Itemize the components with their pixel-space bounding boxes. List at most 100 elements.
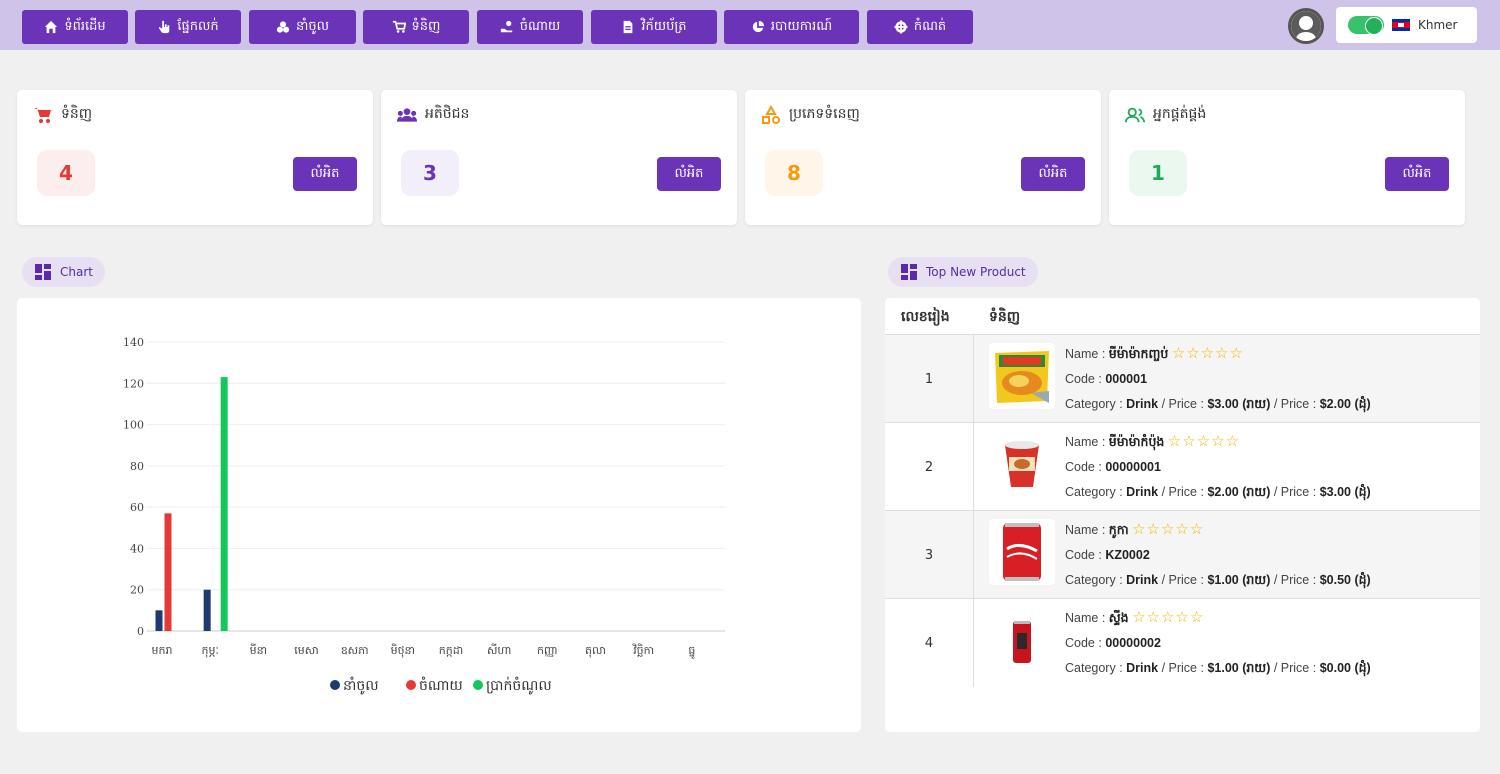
row-number: 3 bbox=[924, 547, 934, 563]
x-tick-label: សីហា bbox=[487, 643, 511, 657]
detail-button[interactable]: លំអិត bbox=[1021, 157, 1085, 191]
product-code: 00000002 bbox=[1105, 636, 1161, 650]
product-info: Name : ស្ទីង ☆☆☆☆☆ Code : 00000002 Categ… bbox=[1065, 609, 1371, 675]
y-tick-label: 40 bbox=[130, 542, 144, 555]
nav-settings-button[interactable]: កំណត់ bbox=[867, 10, 973, 44]
supplier-icon bbox=[1125, 107, 1145, 122]
rating-stars[interactable]: ☆☆☆☆☆ bbox=[1132, 521, 1204, 538]
product-image bbox=[989, 431, 1055, 497]
section-title: Top New Product bbox=[926, 265, 1026, 279]
product-image bbox=[989, 343, 1055, 409]
cubes-icon bbox=[276, 21, 290, 33]
y-tick-label: 120 bbox=[123, 377, 144, 390]
nav-products-button[interactable]: ទំនិញ bbox=[363, 10, 469, 44]
detail-button[interactable]: លំអិត bbox=[657, 157, 721, 191]
nav-sales-button[interactable]: ផ្នែកលក់ bbox=[135, 10, 241, 44]
row-number: 1 bbox=[924, 371, 934, 387]
nav-label: វិក័យប័ត្រ bbox=[641, 18, 687, 34]
card-title-text: ប្រភេទទំនេញ bbox=[789, 106, 860, 122]
top-navbar: ទំព័រដើម ផ្នែកលក់ នាំចូល ទំនិញ ចំណាយ វិក… bbox=[0, 0, 1500, 50]
card-value: 3 bbox=[401, 150, 459, 196]
chart-panel: 0 20 40 60 80 100 120 140 មករា កុម្ភៈ មីនា មេសា ឧសភា… bbox=[17, 298, 861, 732]
product-info: Name : មីម៉ាម៉ាកំប៉ុង ☆☆☆☆☆ Code : 00000… bbox=[1065, 433, 1371, 499]
product-code: 000001 bbox=[1105, 372, 1148, 386]
stat-card-categories: ប្រភេទទំនេញ 8 លំអិត bbox=[745, 90, 1101, 225]
product-name: មីម៉ាម៉ាកញ្ចប់ bbox=[1108, 347, 1169, 361]
gear-icon bbox=[894, 20, 908, 34]
table-row[interactable]: 2 Name : មីម៉ាម៉ាកំប៉ុង ☆☆☆☆☆ Code : 000… bbox=[885, 423, 1480, 511]
y-tick-label: 20 bbox=[130, 584, 144, 597]
product-section-label: Top New Product bbox=[888, 257, 1038, 287]
x-tick-label: កុម្ភៈ bbox=[202, 644, 219, 658]
column-header-number: លេខរៀង bbox=[901, 309, 950, 325]
product-code: 00000001 bbox=[1105, 460, 1161, 474]
pie-chart-icon bbox=[752, 20, 764, 33]
top-product-table: លេខរៀង ទំនិញ 1 Name : មីម៉ាម៉ាកញ្ចប់ ☆☆☆… bbox=[885, 298, 1480, 732]
dashboard-icon bbox=[35, 264, 51, 280]
product-image bbox=[989, 607, 1055, 673]
user-icon bbox=[1291, 11, 1321, 41]
nav-label: នាំចូល bbox=[295, 18, 329, 34]
card-title-text: អ្នកផ្គត់ផ្គង់ bbox=[1153, 106, 1207, 122]
user-avatar[interactable] bbox=[1288, 8, 1324, 44]
card-title-text: ទំនិញ bbox=[61, 106, 93, 122]
legend-label: ចំណាយ bbox=[419, 676, 463, 694]
legend-label: នាំចូល bbox=[343, 676, 379, 695]
chart-bar bbox=[220, 377, 228, 631]
home-icon bbox=[45, 20, 58, 34]
chart-bar bbox=[164, 513, 172, 631]
card-title: អ្នកផ្គត់ផ្គង់ bbox=[1125, 104, 1206, 125]
product-price-wholesale: $0.50 (ដុំ) bbox=[1319, 573, 1371, 587]
nav-label: ទំព័រដើម bbox=[64, 18, 106, 34]
nav-label: ផ្នែកលក់ bbox=[177, 18, 219, 34]
nav-label: កំណត់ bbox=[913, 18, 947, 34]
product-category: Drink bbox=[1126, 661, 1159, 675]
detail-button[interactable]: លំអិត bbox=[293, 157, 357, 191]
table-row[interactable]: 4 Name : ស្ទីង ☆☆☆☆☆ Code : 00000002 Cat… bbox=[885, 599, 1480, 687]
language-switcher[interactable]: Khmer bbox=[1336, 7, 1477, 43]
stat-card-suppliers: អ្នកផ្គត់ផ្គង់ 1 លំអិត bbox=[1109, 90, 1465, 225]
product-category: Drink bbox=[1126, 573, 1159, 587]
product-code: KZ0002 bbox=[1105, 548, 1150, 562]
card-value: 4 bbox=[37, 150, 95, 196]
product-price-wholesale: $0.00 (ដុំ) bbox=[1319, 661, 1371, 675]
section-title: Chart bbox=[60, 265, 93, 279]
nav-import-button[interactable]: នាំចូល bbox=[249, 10, 356, 44]
cart-icon bbox=[392, 20, 406, 33]
product-price-wholesale: $3.00 (ដុំ) bbox=[1319, 485, 1371, 499]
product-image bbox=[989, 519, 1055, 585]
rating-stars[interactable]: ☆☆☆☆☆ bbox=[1132, 609, 1204, 626]
nav-home-button[interactable]: ទំព័រដើម bbox=[22, 10, 128, 44]
dashboard-icon bbox=[901, 264, 917, 280]
card-title-text: អតិថិជន bbox=[425, 106, 470, 122]
rating-stars[interactable]: ☆☆☆☆☆ bbox=[1168, 433, 1240, 450]
table-row[interactable]: 1 Name : មីម៉ាម៉ាកញ្ចប់ ☆☆☆☆☆ Code : 000… bbox=[885, 335, 1480, 423]
product-category: Drink bbox=[1126, 397, 1159, 411]
legend-marker bbox=[473, 680, 483, 690]
rating-stars[interactable]: ☆☆☆☆☆ bbox=[1172, 345, 1244, 362]
nav-report-button[interactable]: របាយការណ៍ bbox=[724, 10, 859, 44]
product-price-retail: $1.00 (រាយ) bbox=[1207, 661, 1271, 675]
product-price-retail: $2.00 (រាយ) bbox=[1207, 485, 1271, 499]
x-tick-label: កក្កដា bbox=[439, 644, 463, 657]
product-category: Drink bbox=[1126, 485, 1159, 499]
x-tick-label: មករា bbox=[152, 644, 173, 657]
nav-expense-button[interactable]: ចំណាយ bbox=[477, 10, 583, 44]
x-tick-label: វិច្ឆិកា bbox=[632, 643, 654, 657]
nav-invoice-button[interactable]: វិក័យប័ត្រ bbox=[591, 10, 717, 44]
x-tick-label: តុលា bbox=[585, 644, 606, 658]
y-tick-label: 60 bbox=[130, 501, 144, 514]
card-value: 8 bbox=[765, 150, 823, 196]
table-row[interactable]: 3 Name : កូកា ☆☆☆☆☆ Code : KZ0002 Catego… bbox=[885, 511, 1480, 599]
detail-button[interactable]: លំអិត bbox=[1385, 157, 1449, 191]
legend-label: ប្រាក់ចំណូល bbox=[486, 676, 552, 695]
product-name: មីម៉ាម៉ាកំប៉ុង bbox=[1108, 435, 1165, 449]
product-price-wholesale: $2.00 (ដុំ) bbox=[1319, 397, 1371, 411]
language-toggle[interactable] bbox=[1348, 16, 1384, 35]
stat-card-products: ទំនិញ 4 លំអិត bbox=[17, 90, 373, 225]
row-number: 2 bbox=[924, 459, 934, 475]
card-value: 1 bbox=[1129, 150, 1187, 196]
file-icon bbox=[624, 20, 633, 34]
hand-coin-icon bbox=[500, 20, 512, 33]
nav-label: របាយការណ៍ bbox=[770, 18, 833, 34]
